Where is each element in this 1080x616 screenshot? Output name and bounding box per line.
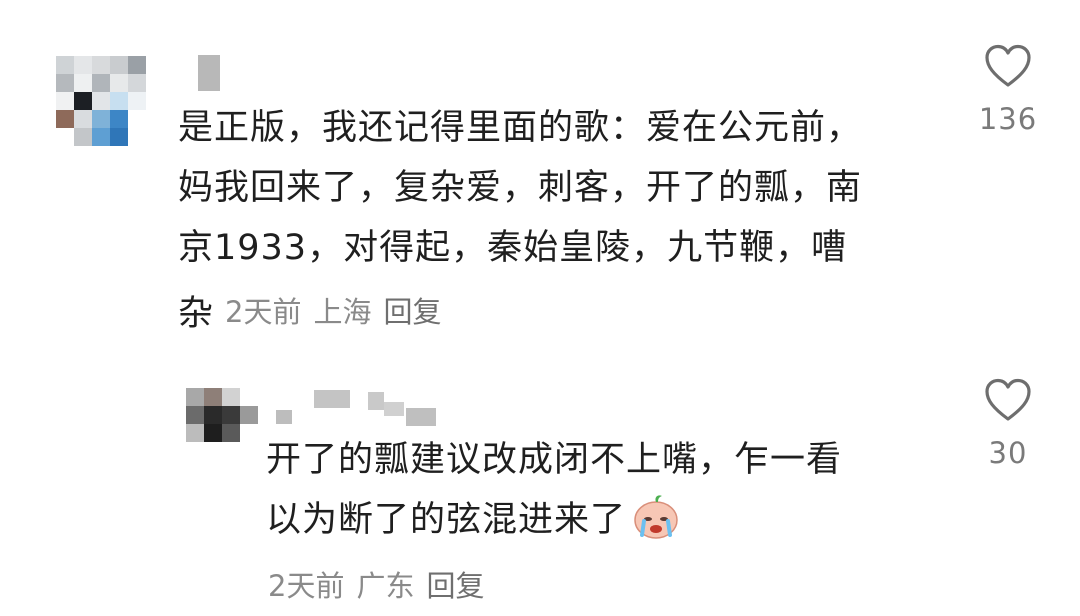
- comment-location: 广东: [356, 569, 415, 603]
- like-count: 30: [988, 436, 1028, 470]
- username[interactable]: [198, 55, 220, 91]
- username[interactable]: [276, 386, 436, 426]
- comment-text: 开了的瓢建议改成闭不上嘴，乍一看 以为断了的弦混进来了: [266, 430, 946, 558]
- comment-item: 是正版，我还记得里面的歌：爱在公元前， 妈我回来了，复杂爱，刺客，开了的瓢，南 …: [0, 0, 1080, 340]
- like-button[interactable]: 30: [963, 378, 1053, 470]
- heart-outline-icon: [984, 44, 1032, 88]
- comment-line: 是正版，我还记得里面的歌：爱在公元前，: [178, 108, 863, 148]
- comment-text: 是正版，我还记得里面的歌：爱在公元前， 妈我回来了，复杂爱，刺客，开了的瓢，南 …: [178, 98, 958, 278]
- comment-meta: 2天前 广东 回复: [268, 562, 484, 606]
- comment-location: 上海: [313, 295, 372, 329]
- reply-button[interactable]: 回复: [383, 289, 441, 331]
- comment-line-text: 以为断了的弦混进来了: [266, 500, 627, 540]
- comment-line: 妈我回来了，复杂爱，刺客，开了的瓢，南: [178, 168, 863, 208]
- comment-meta: 杂 2天前 上海 回复: [178, 288, 442, 334]
- comment-line: 以为断了的弦混进来了: [266, 490, 946, 558]
- comment-time: 2天前: [268, 569, 345, 603]
- reply-button[interactable]: 回复: [426, 563, 484, 605]
- reply-comment-item: 开了的瓢建议改成闭不上嘴，乍一看 以为断了的弦混进来了 2天前 广东 回复 30: [0, 340, 1080, 616]
- avatar[interactable]: [56, 56, 148, 148]
- comment-time: 2天前: [225, 295, 302, 329]
- crying-face-emoji-icon: [632, 493, 680, 558]
- avatar[interactable]: [186, 388, 258, 442]
- like-count: 136: [978, 102, 1038, 136]
- comment-line: 京1933，对得起，秦始皇陵，九节鞭，嘈: [178, 228, 848, 268]
- comment-line: 开了的瓢建议改成闭不上嘴，乍一看: [266, 440, 843, 480]
- heart-outline-icon: [984, 378, 1032, 422]
- comment-last-line: 杂: [178, 293, 214, 334]
- like-button[interactable]: 136: [963, 44, 1053, 136]
